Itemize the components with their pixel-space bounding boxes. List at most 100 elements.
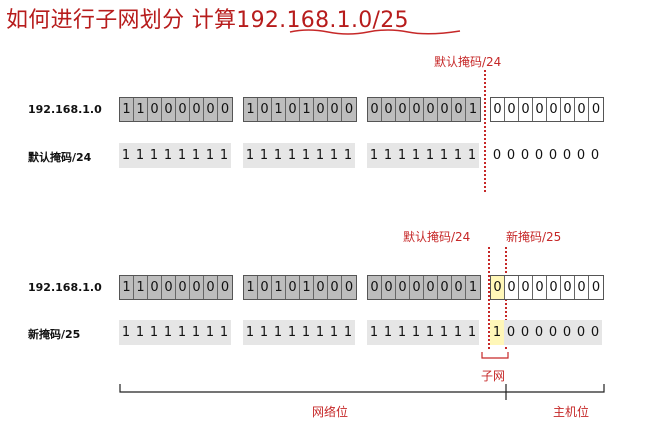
ip2-octet-1: 11000000 (119, 275, 233, 300)
bit-cell: 0 (148, 276, 162, 299)
ip-octet-4: 00000000 (490, 97, 604, 122)
bit-cell: 0 (176, 276, 190, 299)
bit-cell: 0 (424, 98, 438, 121)
bit-cell: 0 (438, 98, 452, 121)
bit-cell: 0 (148, 98, 162, 121)
bit-cell: 1 (313, 320, 327, 345)
bit-cell: 0 (575, 98, 589, 121)
bit-cell: 0 (590, 148, 600, 163)
bit-cell: 1 (468, 102, 478, 117)
bit-cell: 0 (328, 98, 342, 121)
bit-cell: 0 (424, 276, 438, 299)
bit-cell: 0 (396, 276, 410, 299)
default-mask-divider-line (484, 70, 486, 192)
bit-cell: 1 (327, 320, 341, 345)
default-mask-divider-label: 默认掩码/24 (434, 55, 502, 69)
bit-cell: 0 (314, 98, 328, 121)
bit-cell: 1 (272, 98, 286, 121)
bit-cell: 0 (204, 98, 218, 121)
bit-cell: 0 (492, 148, 502, 163)
bit-cell: 1 (257, 143, 271, 168)
bit-cell: 1 (272, 276, 286, 299)
bit-cell: 1 (423, 143, 437, 168)
bit-cell: 0 (546, 320, 560, 345)
bit-cell: 1 (189, 320, 203, 345)
bit-cell: 1 (409, 320, 423, 345)
ip-octet-3: 00000001 (367, 97, 481, 122)
bit-cell: 1 (313, 143, 327, 168)
bit-cell: 0 (258, 98, 272, 121)
bit-cell: 1 (299, 143, 313, 168)
bit-cell: 1 (490, 320, 504, 345)
bit-cell: 1 (134, 98, 148, 121)
bit-cell: 1 (119, 320, 133, 345)
bit-cell: 1 (395, 320, 409, 345)
bit-cell: 0 (286, 98, 300, 121)
bit-cell: 0 (491, 276, 505, 299)
bit-cell: 0 (574, 320, 588, 345)
bit-cell: 0 (396, 98, 410, 121)
bit-cell: 0 (547, 276, 561, 299)
ip-octet-1: 11000000 (119, 97, 233, 122)
subnet-bracket (481, 352, 509, 359)
bit-cell: 1 (381, 320, 395, 345)
bit-cell: 1 (271, 143, 285, 168)
bit-cell: 0 (519, 276, 533, 299)
bit-cell: 1 (451, 320, 465, 345)
ip-row-label-2: 192.168.1.0 (28, 281, 102, 294)
bit-cell: 1 (381, 143, 395, 168)
newmask-octet-4: 10000000 (490, 320, 602, 345)
bit-cell: 0 (162, 276, 176, 299)
bit-cell: 0 (382, 276, 396, 299)
bit-cell: 0 (258, 276, 272, 299)
bit-cell: 0 (548, 148, 558, 163)
mask-octet-4: 00000000 (490, 143, 602, 168)
bit-cell: 0 (190, 276, 204, 299)
bit-cell: 1 (244, 98, 258, 121)
newmask-octet-3: 11111111 (367, 320, 479, 345)
bit-cell: 0 (368, 98, 382, 121)
bit-cell: 1 (119, 143, 133, 168)
newmask-octet-1: 11111111 (119, 320, 231, 345)
bit-cell: 1 (409, 143, 423, 168)
bit-cell: 0 (438, 276, 452, 299)
bit-cell: 1 (244, 276, 258, 299)
bit-cell: 1 (243, 143, 257, 168)
bit-cell: 1 (465, 320, 479, 345)
bit-cell: 1 (341, 320, 355, 345)
bit-cell: 0 (286, 276, 300, 299)
bit-cell: 0 (176, 98, 190, 121)
bit-cell: 0 (591, 102, 601, 117)
bit-cell: 0 (220, 280, 230, 295)
bit-cell: 1 (341, 143, 355, 168)
bit-cell: 0 (190, 98, 204, 121)
new-mask-divider-label: 新掩码/25 (506, 230, 562, 244)
title-underline (289, 29, 461, 35)
bit-cell: 0 (344, 280, 354, 295)
bit-cell: 1 (189, 143, 203, 168)
old-mask-divider-label: 默认掩码/24 (403, 230, 471, 244)
bit-cell: 1 (203, 143, 217, 168)
bit-cell: 0 (533, 276, 547, 299)
bit-cell: 1 (285, 143, 299, 168)
bit-cell: 1 (423, 320, 437, 345)
bit-cell: 0 (534, 148, 544, 163)
bit-cell: 1 (175, 320, 189, 345)
bit-cell: 0 (588, 320, 602, 345)
bit-cell: 1 (299, 320, 313, 345)
new-mask-row-label: 新掩码/25 (28, 328, 81, 341)
newmask-octet-2: 11111111 (243, 320, 355, 345)
bit-cell: 0 (505, 98, 519, 121)
host-bits-label: 主机位 (553, 405, 590, 419)
bit-cell: 0 (220, 102, 230, 117)
bit-cell: 0 (204, 276, 218, 299)
bit-cell: 0 (491, 98, 505, 121)
bit-cell: 1 (134, 276, 148, 299)
bit-cell: 0 (562, 148, 572, 163)
bit-cell: 0 (561, 276, 575, 299)
bit-cell: 0 (576, 148, 586, 163)
bit-cell: 0 (344, 102, 354, 117)
bit-cell: 0 (575, 276, 589, 299)
bits-range-bracket (119, 384, 605, 400)
bit-cell: 1 (161, 320, 175, 345)
